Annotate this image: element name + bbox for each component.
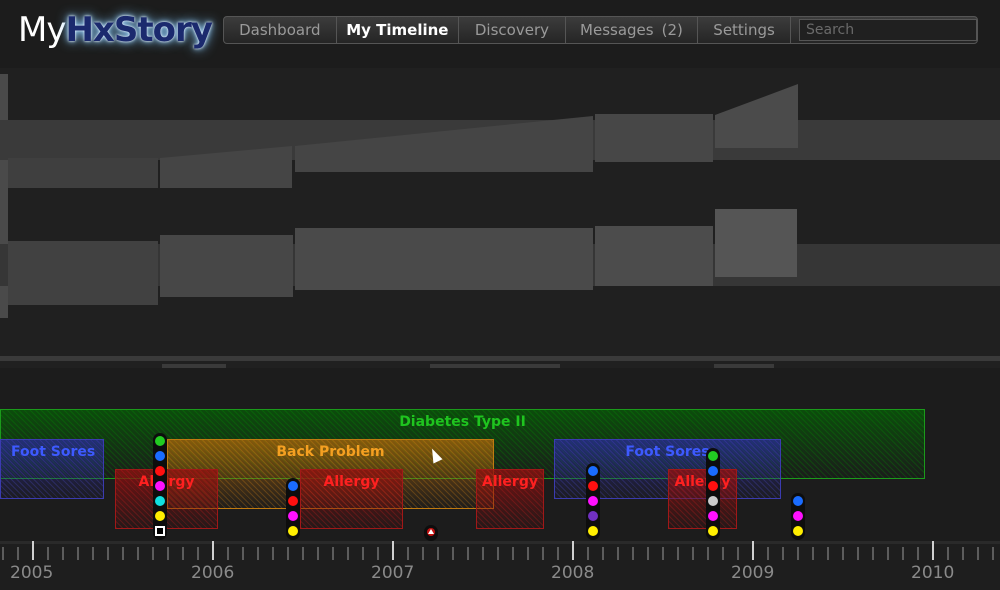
tab-messages[interactable]: Messages (2) bbox=[566, 17, 699, 43]
search-input[interactable] bbox=[799, 19, 977, 41]
warning-icon bbox=[427, 528, 435, 536]
tab-label: Messages bbox=[580, 21, 654, 39]
condition-band-allergy[interactable]: Allergy bbox=[668, 469, 737, 529]
graph-background bbox=[0, 68, 1000, 368]
upper-segment bbox=[595, 114, 713, 162]
event-dot[interactable] bbox=[588, 481, 598, 491]
event-dot[interactable] bbox=[708, 451, 718, 461]
event-stack[interactable] bbox=[153, 433, 167, 540]
upper-segment bbox=[8, 158, 158, 188]
year-label: 2005 bbox=[10, 563, 54, 583]
event-dot[interactable] bbox=[708, 466, 718, 476]
condition-label: Diabetes Type II bbox=[399, 414, 526, 430]
condition-label: Back Problem bbox=[276, 444, 385, 460]
condition-label: Allergy bbox=[323, 474, 380, 490]
condition-band-allergy[interactable]: Allergy bbox=[300, 469, 403, 529]
tab-label: Discovery bbox=[474, 21, 549, 39]
tab-my-timeline[interactable]: My Timeline bbox=[337, 17, 460, 43]
event-dot[interactable] bbox=[155, 496, 165, 506]
tab-label: Settings bbox=[713, 21, 775, 39]
tab-dashboard[interactable]: Dashboard bbox=[224, 17, 337, 43]
event-dot[interactable] bbox=[793, 511, 803, 521]
alert-marker[interactable] bbox=[424, 525, 438, 541]
lower-segment bbox=[8, 241, 158, 305]
condition-label: Allergy bbox=[482, 474, 538, 490]
condition-label: Allergy bbox=[674, 474, 731, 490]
event-dot[interactable] bbox=[708, 496, 718, 506]
year-label: 2009 bbox=[731, 563, 775, 583]
condition-label: Foot Sores bbox=[11, 444, 96, 460]
tab-settings[interactable]: Settings bbox=[698, 17, 791, 43]
event-stack[interactable] bbox=[286, 478, 300, 540]
axis-ticks bbox=[0, 541, 1000, 560]
event-dot[interactable] bbox=[793, 526, 803, 536]
event-box-icon[interactable] bbox=[155, 526, 165, 536]
event-dot[interactable] bbox=[288, 481, 298, 491]
condition-band-allergy[interactable]: Allergy bbox=[476, 469, 544, 529]
app-logo: MyHxStory bbox=[18, 10, 213, 50]
year-label: 2007 bbox=[371, 563, 415, 583]
event-dot[interactable] bbox=[288, 526, 298, 536]
event-dot[interactable] bbox=[588, 511, 598, 521]
event-stack[interactable] bbox=[791, 493, 805, 540]
logo-brand: HxStory bbox=[65, 10, 212, 50]
event-dot[interactable] bbox=[793, 496, 803, 506]
scrubber-mark bbox=[714, 364, 774, 368]
event-dot[interactable] bbox=[588, 496, 598, 506]
lower-segment bbox=[595, 226, 713, 286]
event-dot[interactable] bbox=[155, 436, 165, 446]
tab-label: Dashboard bbox=[239, 21, 321, 39]
main-nav: Dashboard My Timeline Discovery Messages… bbox=[223, 16, 978, 44]
metrics-graph bbox=[0, 68, 1000, 368]
tab-discovery[interactable]: Discovery bbox=[459, 17, 566, 43]
event-dot[interactable] bbox=[155, 451, 165, 461]
year-label: 2008 bbox=[551, 563, 595, 583]
event-dot[interactable] bbox=[288, 496, 298, 506]
metrics-graph-panel bbox=[0, 68, 1000, 368]
scrubber-mark bbox=[162, 364, 226, 368]
year-label: 2010 bbox=[911, 563, 955, 583]
condition-band-foot-sores[interactable]: Foot Sores bbox=[0, 439, 104, 499]
condition-label: Foot Sores bbox=[625, 444, 710, 460]
messages-count-badge: (2) bbox=[661, 21, 683, 39]
event-dot[interactable] bbox=[155, 466, 165, 476]
lower-segment bbox=[715, 209, 797, 277]
event-dot[interactable] bbox=[708, 526, 718, 536]
event-stack[interactable] bbox=[706, 448, 720, 540]
event-dot[interactable] bbox=[288, 511, 298, 521]
tab-label: My Timeline bbox=[346, 21, 449, 39]
search-container bbox=[791, 17, 977, 43]
scrubber-mark bbox=[430, 364, 560, 368]
event-dot[interactable] bbox=[155, 511, 165, 521]
event-dot[interactable] bbox=[588, 526, 598, 536]
lower-segment bbox=[295, 228, 593, 290]
event-dot[interactable] bbox=[708, 511, 718, 521]
graph-scrubber-track[interactable] bbox=[0, 356, 1000, 361]
event-stack[interactable] bbox=[586, 463, 600, 540]
event-dot[interactable] bbox=[155, 481, 165, 491]
lower-segment bbox=[160, 235, 293, 297]
event-dot[interactable] bbox=[588, 466, 598, 476]
event-dot[interactable] bbox=[708, 481, 718, 491]
logo-prefix: My bbox=[18, 10, 66, 50]
timeline-axis: 2005 2006 2007 2008 2009 2010 bbox=[0, 541, 1000, 590]
year-label: 2006 bbox=[191, 563, 235, 583]
